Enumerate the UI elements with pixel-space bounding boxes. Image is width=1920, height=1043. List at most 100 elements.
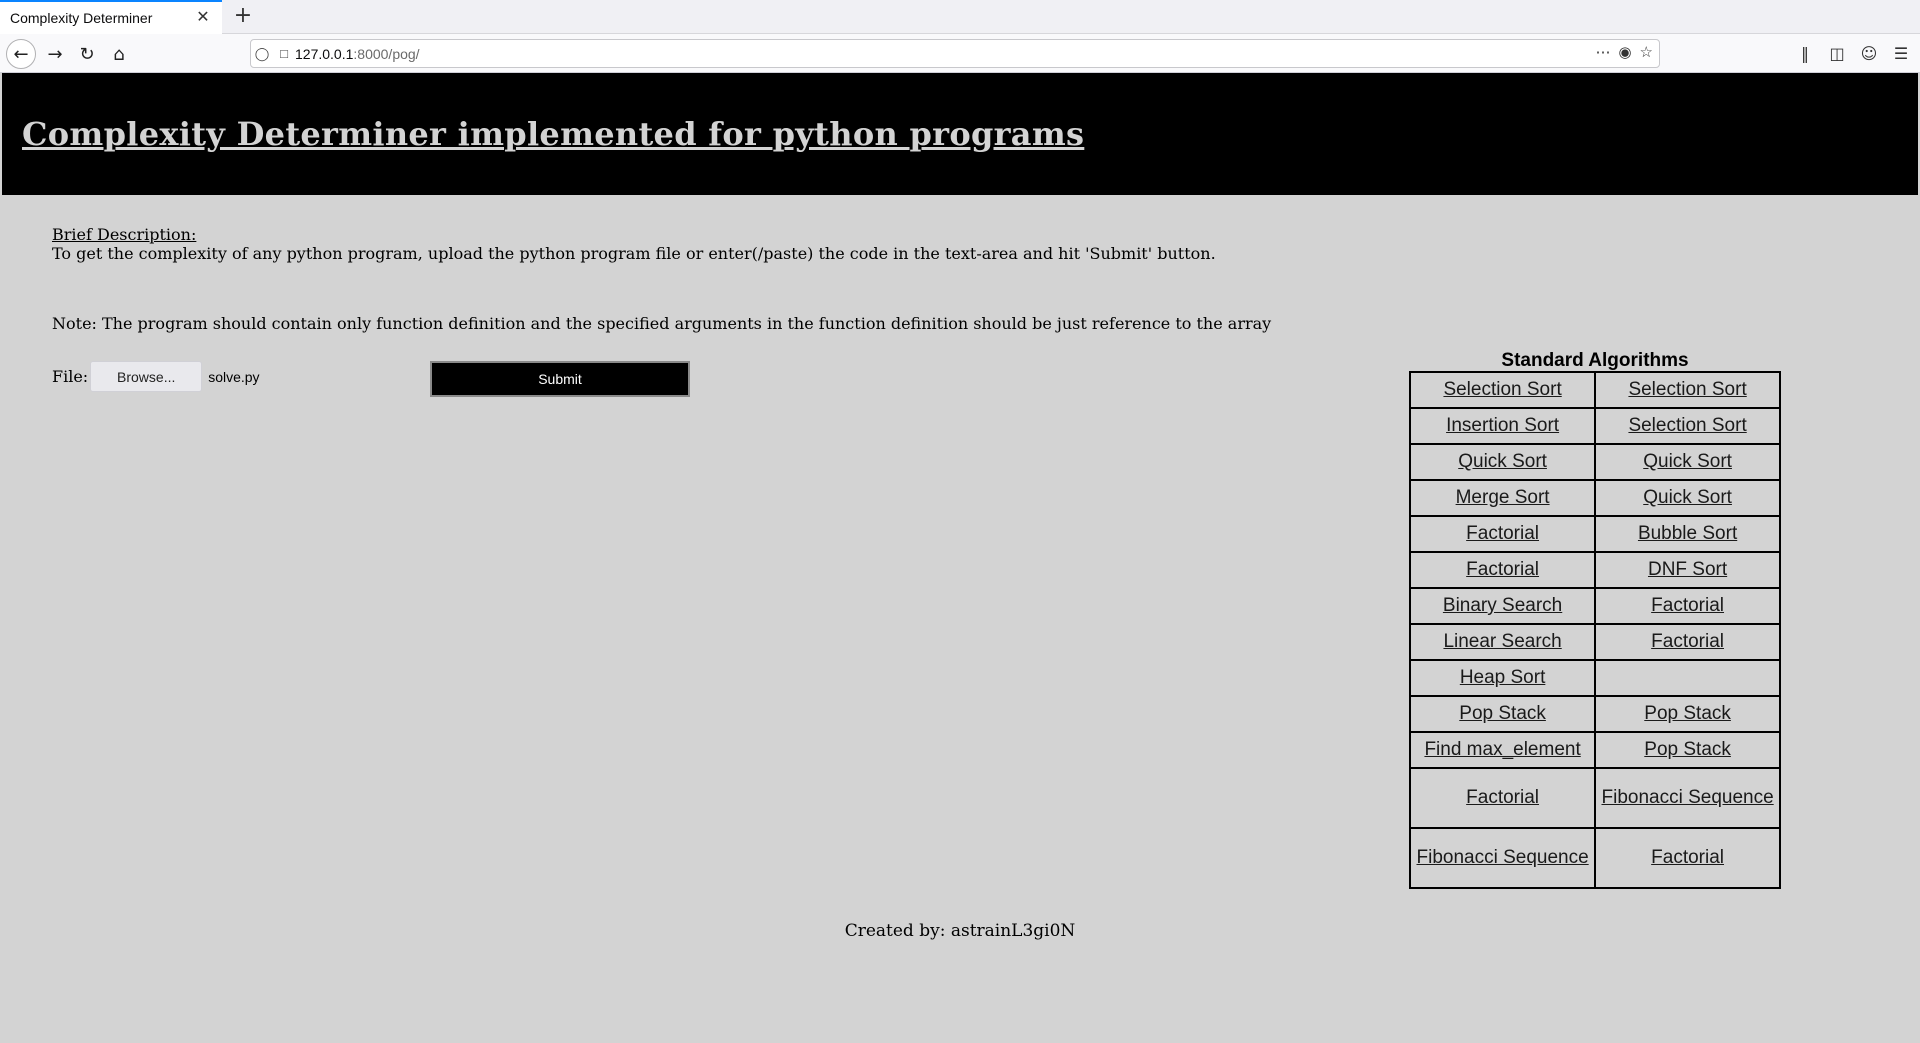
footer-credit: Created by: astrainL3gi0N xyxy=(844,921,1076,941)
algorithm-link[interactable]: Factorial xyxy=(1651,595,1724,616)
table-cell: Quick Sort xyxy=(1408,443,1597,481)
browse-button[interactable]: Browse... xyxy=(90,361,203,392)
algorithms-caption: Standard Algorithms xyxy=(1501,350,1689,371)
table-row: Factorial Fibonacci Sequence xyxy=(1408,767,1781,829)
submit-button[interactable]: Submit xyxy=(430,361,690,397)
table-cell: Insertion Sort xyxy=(1408,407,1597,445)
table-cell: Selection Sort xyxy=(1408,371,1597,409)
algorithm-link[interactable]: Pop Stack xyxy=(1644,739,1731,760)
table-cell: Bubble Sort xyxy=(1594,515,1781,553)
sidebar-icon[interactable]: ◫ xyxy=(1826,39,1848,67)
bookmark-star-icon[interactable]: ☆ xyxy=(1640,43,1653,61)
table-row: Linear Search Factorial xyxy=(1408,623,1781,661)
algorithm-link[interactable]: Find max_element xyxy=(1424,739,1580,760)
table-cell: Merge Sort xyxy=(1408,479,1597,517)
table-cell: Factorial xyxy=(1408,551,1597,589)
algorithm-link[interactable]: Selection Sort xyxy=(1628,415,1746,436)
table-row: Insertion Sort Selection Sort xyxy=(1408,407,1781,445)
algorithm-link[interactable]: Linear Search xyxy=(1443,631,1561,652)
table-cell: Linear Search xyxy=(1408,623,1597,661)
table-cell: Selection Sort xyxy=(1594,371,1781,409)
browser-tab[interactable]: Complexity Determiner ✕ xyxy=(0,0,222,34)
url-host: 127.0.0.1 xyxy=(295,45,354,62)
table-cell: Pop Stack xyxy=(1594,695,1781,733)
url-bar[interactable]: ◯ □ 127.0.0.1:8000/pog/ ⋯ ◉ ☆ xyxy=(250,39,1660,68)
browser-nav-bar: ← → ↻ ⌂ ◯ □ 127.0.0.1:8000/pog/ ⋯ ◉ ☆ ‖ … xyxy=(0,34,1920,73)
table-row: Binary Search Factorial xyxy=(1408,587,1781,625)
algorithm-link[interactable]: Merge Sort xyxy=(1456,487,1550,508)
page-content: Complexity Determiner implemented for py… xyxy=(2,73,1918,1041)
table-cell: Selection Sort xyxy=(1594,407,1781,445)
home-icon[interactable]: ⌂ xyxy=(104,39,134,69)
algorithm-link[interactable]: Pop Stack xyxy=(1644,703,1731,724)
table-cell: Binary Search xyxy=(1408,587,1597,625)
page-title[interactable]: Complexity Determiner implemented for py… xyxy=(22,115,1084,153)
algorithm-link[interactable]: Factorial xyxy=(1651,847,1724,868)
algorithm-link[interactable]: Bubble Sort xyxy=(1638,523,1737,544)
table-row: Merge Sort Quick Sort xyxy=(1408,479,1781,517)
table-row: Find max_element Pop Stack xyxy=(1408,731,1781,769)
library-icon[interactable]: ‖ xyxy=(1794,39,1816,67)
table-cell xyxy=(1594,659,1781,697)
table-cell: Pop Stack xyxy=(1594,731,1781,769)
table-row: Factorial DNF Sort xyxy=(1408,551,1781,589)
algorithm-link[interactable]: Selection Sort xyxy=(1628,379,1746,400)
shield-icon[interactable]: ◯ xyxy=(251,46,273,62)
more-actions-icon[interactable]: ⋯ xyxy=(1595,43,1610,61)
table-cell: Fibonacci Sequence xyxy=(1408,827,1597,889)
table-cell: Pop Stack xyxy=(1408,695,1597,733)
algorithm-link[interactable]: Pop Stack xyxy=(1459,703,1546,724)
algorithm-link[interactable]: Factorial xyxy=(1466,559,1539,580)
table-row: Selection Sort Selection Sort xyxy=(1408,371,1781,409)
back-icon[interactable]: ← xyxy=(6,39,36,69)
menu-icon[interactable]: ☰ xyxy=(1890,39,1912,67)
forward-icon[interactable]: → xyxy=(40,39,70,69)
page-header: Complexity Determiner implemented for py… xyxy=(2,73,1918,195)
algorithm-link[interactable]: Insertion Sort xyxy=(1446,415,1559,436)
close-tab-icon[interactable]: ✕ xyxy=(194,9,212,27)
table-row: Heap Sort xyxy=(1408,659,1781,697)
table-row: Factorial Bubble Sort xyxy=(1408,515,1781,553)
account-icon[interactable]: ☺ xyxy=(1858,39,1880,67)
note-text: Note: The program should contain only fu… xyxy=(52,314,1272,333)
algorithm-link[interactable]: Quick Sort xyxy=(1643,487,1732,508)
table-row: Quick Sort Quick Sort xyxy=(1408,443,1781,481)
browser-tab-bar: Complexity Determiner ✕ + xyxy=(0,0,1920,34)
new-tab-icon[interactable]: + xyxy=(230,4,256,30)
pocket-icon[interactable]: ◉ xyxy=(1618,43,1631,61)
url-path: :8000/pog/ xyxy=(353,45,420,62)
table-cell: Factorial xyxy=(1408,515,1597,553)
algorithm-link[interactable]: DNF Sort xyxy=(1648,559,1727,580)
table-cell: DNF Sort xyxy=(1594,551,1781,589)
algorithm-link[interactable]: Binary Search xyxy=(1443,595,1562,616)
file-label: File: xyxy=(52,367,89,386)
algorithms-table: Selection Sort Selection Sort Insertion … xyxy=(1408,371,1781,889)
brief-description: Brief Description: To get the complexity… xyxy=(52,225,1216,263)
standard-algorithms: Standard Algorithms Selection Sort Selec… xyxy=(1408,350,1782,889)
table-cell: Quick Sort xyxy=(1594,479,1781,517)
table-row: Pop Stack Pop Stack xyxy=(1408,695,1781,733)
algorithm-link[interactable]: Quick Sort xyxy=(1458,451,1547,472)
algorithm-link[interactable]: Factorial xyxy=(1466,523,1539,544)
algorithm-link[interactable]: Quick Sort xyxy=(1643,451,1732,472)
tab-title: Complexity Determiner xyxy=(10,10,153,26)
description-heading: Brief Description: xyxy=(52,225,197,244)
algorithm-link[interactable]: Factorial xyxy=(1466,787,1539,808)
table-row: Fibonacci Sequence Factorial xyxy=(1408,827,1781,889)
table-cell: Heap Sort xyxy=(1408,659,1597,697)
algorithm-link[interactable]: Factorial xyxy=(1651,631,1724,652)
table-cell: Find max_element xyxy=(1408,731,1597,769)
table-cell: Fibonacci Sequence xyxy=(1594,767,1781,829)
algorithm-link[interactable]: Fibonacci Sequence xyxy=(1602,787,1774,808)
algorithm-link[interactable]: Fibonacci Sequence xyxy=(1417,847,1589,868)
table-cell: Quick Sort xyxy=(1594,443,1781,481)
algorithm-link[interactable]: Selection Sort xyxy=(1443,379,1561,400)
reload-icon[interactable]: ↻ xyxy=(72,39,102,69)
file-upload-row: File: Browse... solve.py xyxy=(52,361,260,392)
algorithm-link[interactable]: Heap Sort xyxy=(1460,667,1546,688)
table-cell: Factorial xyxy=(1594,827,1781,889)
description-text: To get the complexity of any python prog… xyxy=(52,244,1216,263)
selected-file-name: solve.py xyxy=(208,368,260,385)
table-cell: Factorial xyxy=(1594,623,1781,661)
table-cell: Factorial xyxy=(1594,587,1781,625)
